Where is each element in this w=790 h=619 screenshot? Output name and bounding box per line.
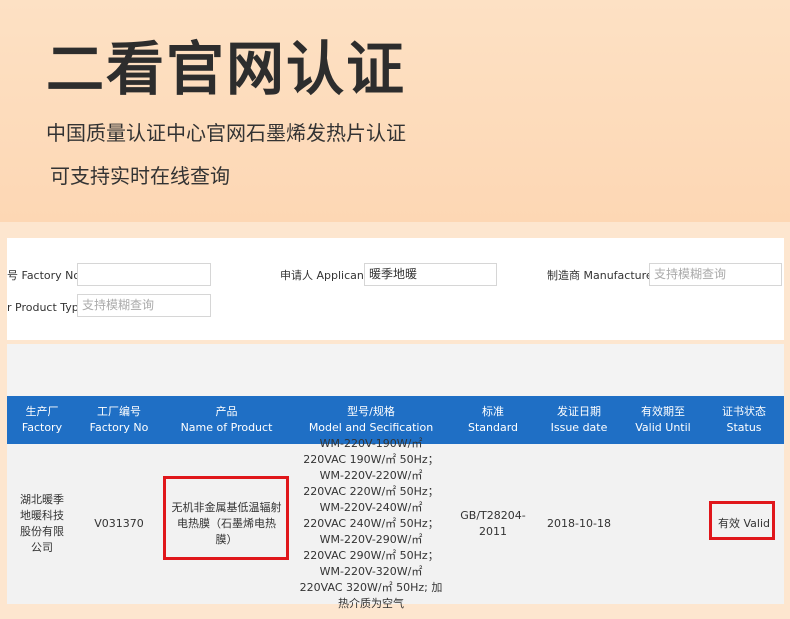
product-type-placeholder: 支持模糊查询 <box>82 298 155 312</box>
cell-issue-date: 2018-10-18 <box>547 517 611 530</box>
col-header-en: Standard <box>467 421 519 434</box>
col-header-valid-until: 有效期至 Valid Until <box>622 396 704 444</box>
col-header-en: Status <box>726 421 762 434</box>
col-header-zh: 产品 <box>215 405 238 418</box>
col-header-issue-date: 发证日期 Issue date <box>536 396 622 444</box>
col-header-en: Valid Until <box>635 421 691 434</box>
col-header-factory-no: 工厂编号 Factory No <box>77 396 161 444</box>
applicant-input[interactable]: 暖季地暖 <box>364 263 497 286</box>
factory-no-input[interactable] <box>77 263 211 286</box>
cell-standard: GB/T28204-2011 <box>460 509 526 538</box>
manufacturer-label: 制造商 Manufacturer: <box>547 269 661 282</box>
col-header-zh: 证书状态 <box>722 405 766 418</box>
cell-factory: 湖北暖季地暖科技股份有限公司 <box>20 493 64 554</box>
col-header-product: 产品 Name of Product <box>161 396 292 444</box>
col-header-en: Name of Product <box>180 421 273 434</box>
banner-subtitle-2: 可支持实时在线查询 <box>50 164 230 188</box>
col-header-status: 证书状态 Status <box>704 396 784 444</box>
col-header-en: Factory No <box>89 421 149 434</box>
page-title: 二看官网认证 <box>46 35 407 103</box>
cell-valid-until <box>622 444 704 604</box>
search-form: 号 Factory No.: 申请人 Applicant: 暖季地暖 制造商 M… <box>7 238 784 340</box>
col-header-en: Model and Secification <box>308 421 434 434</box>
highlight-product <box>163 476 289 560</box>
cell-model: WM-220V-190W/㎡ 220VAC 190W/㎡ 50Hz；WM-220… <box>299 437 443 610</box>
col-header-zh: 标准 <box>482 405 504 418</box>
cell-factory-no: V031370 <box>94 517 144 530</box>
col-header-en: Factory <box>21 421 63 434</box>
separator-band <box>7 344 784 396</box>
table-row: 湖北暖季地暖科技股份有限公司 V031370 无机非金属基低温辐射电热膜（石墨烯… <box>7 437 784 610</box>
col-header-zh: 型号/规格 <box>347 405 395 418</box>
applicant-label: 申请人 Applicant: <box>280 269 372 282</box>
banner-subtitle: 中国质量认证中心官网石墨烯发热片认证 <box>46 121 406 145</box>
factory-no-label: 号 Factory No.: <box>7 269 88 282</box>
promo-banner: 二看官网认证 中国质量认证中心官网石墨烯发热片认证 可支持实时在线查询 <box>0 0 790 222</box>
col-header-zh: 有效期至 <box>641 405 685 418</box>
manufacturer-placeholder: 支持模糊查询 <box>654 267 727 281</box>
col-header-factory: 生产厂 Factory <box>7 396 77 444</box>
product-type-input[interactable]: 支持模糊查询 <box>77 294 211 317</box>
col-header-zh: 工厂编号 <box>97 405 141 418</box>
col-header-en: Issue date <box>550 421 608 434</box>
col-header-standard: 标准 Standard <box>450 396 536 444</box>
col-header-zh: 发证日期 <box>557 405 601 418</box>
col-header-zh: 生产厂 <box>25 405 59 418</box>
highlight-status <box>709 501 775 540</box>
manufacturer-input[interactable]: 支持模糊查询 <box>649 263 782 286</box>
